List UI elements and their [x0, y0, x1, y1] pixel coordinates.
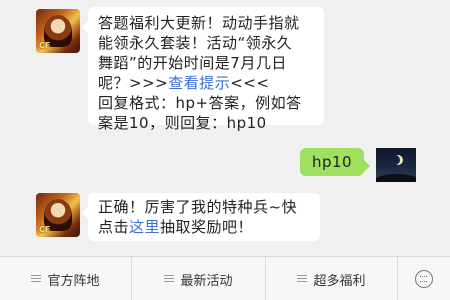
message-text: 抽取奖励吧！ [160, 218, 254, 236]
menu-lines-icon [297, 275, 308, 283]
avatar-logo-text: CF [39, 41, 51, 50]
menu-tab-label: 超多福利 [313, 273, 366, 289]
message-line: 案是10，则回复：hp10 [98, 114, 267, 132]
user-message-bubble: hp10 [300, 148, 370, 176]
message-line: 舞蹈”的开始时间是7月几日 [98, 54, 287, 72]
menu-tab-benefits[interactable]: 超多福利 [266, 257, 398, 300]
user-message-text: hp10 [311, 153, 353, 171]
keyboard-icon [415, 270, 433, 288]
bot-message-bubble-answer: 正确！厉害了我的特种兵~快 点击这里抽取奖励吧！ [82, 193, 320, 241]
bottom-menu-bar: 官方阵地 最新活动 超多福利 [0, 256, 450, 300]
hill-shape [376, 174, 416, 182]
keyboard-toggle-button[interactable] [398, 257, 450, 300]
menu-tab-latest-activities[interactable]: 最新活动 [132, 257, 266, 300]
avatar-logo-text: CF [39, 225, 51, 234]
menu-lines-icon [164, 275, 175, 283]
message-line: 回复格式：hp+答案，例如答 [98, 94, 302, 112]
menu-lines-icon [31, 275, 42, 283]
menu-tab-label: 最新活动 [180, 273, 233, 289]
here-link[interactable]: 这里 [129, 218, 160, 236]
message-text: <<< [230, 74, 270, 92]
view-hint-link[interactable]: 查看提示 [168, 74, 230, 92]
menu-tab-official[interactable]: 官方阵地 [0, 257, 132, 300]
message-line: 能领永久套装！活动“领永久 [98, 34, 293, 52]
message-line: 正确！厉害了我的特种兵~快 [98, 198, 298, 216]
official-account-avatar[interactable]: CF [36, 193, 80, 237]
menu-tab-label: 官方阵地 [47, 273, 100, 289]
message-line: 呢？>>>查看提示<<< [98, 73, 314, 93]
official-account-avatar[interactable]: CF [36, 9, 80, 53]
message-line: 点击这里抽取奖励吧！ [98, 217, 310, 237]
message-text: 呢？>>> [98, 74, 169, 92]
moon-icon [390, 155, 400, 165]
bot-message-bubble-question: 答题福利大更新！动动手指就 能领永久套装！活动“领永久 舞蹈”的开始时间是7月几… [82, 7, 324, 132]
message-line: 答题福利大更新！动动手指就 [98, 14, 300, 32]
message-text: 点击 [98, 218, 130, 236]
user-avatar[interactable] [376, 148, 416, 182]
